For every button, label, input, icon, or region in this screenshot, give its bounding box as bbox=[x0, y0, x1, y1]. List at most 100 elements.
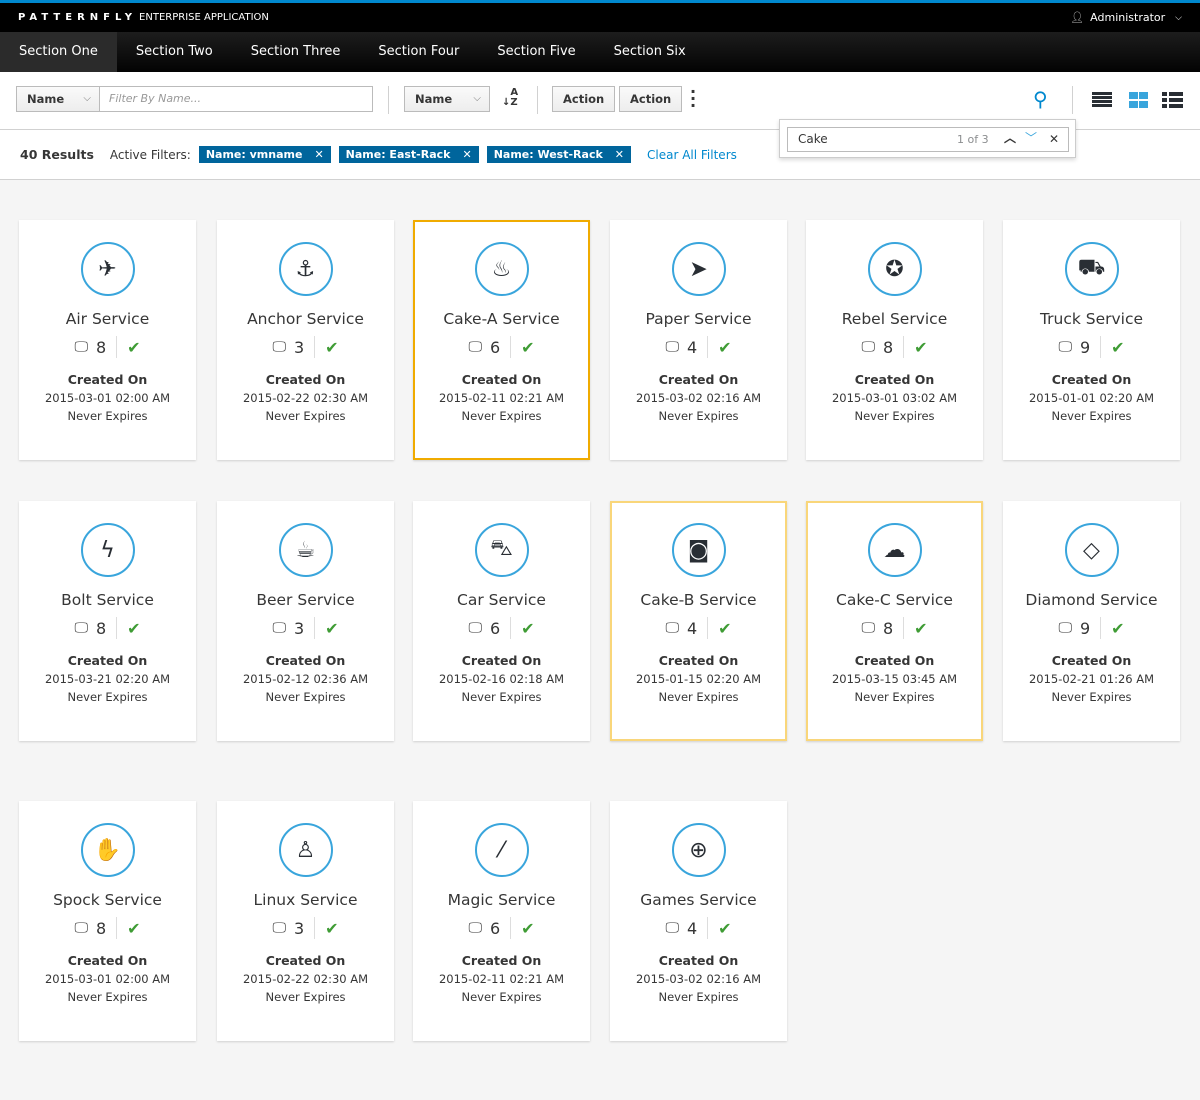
created-date: 2015-01-15 02:20 AM bbox=[635, 672, 762, 686]
brand-logo: PATTERNFLY bbox=[18, 12, 138, 23]
service-card[interactable]: ϟ Bolt Service 🖵︎ 8 ✔ Created On 2015-03-2… bbox=[19, 501, 196, 741]
desktop-icon: 🖵︎ bbox=[665, 339, 679, 355]
divider bbox=[116, 917, 118, 939]
expiry-label: Never Expires bbox=[67, 990, 148, 1004]
service-card[interactable]: ➤ Paper Service 🖵︎ 4 ✔ Created On 2015-03-… bbox=[610, 220, 787, 460]
expiry-label: Never Expires bbox=[461, 409, 542, 423]
nav-section-four[interactable]: Section Four bbox=[359, 32, 478, 72]
clear-all-filters-link[interactable]: Clear All Filters bbox=[647, 148, 737, 162]
created-on-label: Created On bbox=[854, 372, 935, 387]
search-icon[interactable]: ⚲ bbox=[1033, 87, 1048, 111]
check-icon: ✔ bbox=[914, 618, 928, 638]
created-date: 2015-02-11 02:21 AM bbox=[438, 391, 565, 405]
previous-match-icon[interactable]: ︿ bbox=[1004, 127, 1016, 150]
expiry-label: Never Expires bbox=[1051, 690, 1132, 704]
created-on-label: Created On bbox=[1051, 653, 1132, 668]
card-title: Paper Service bbox=[645, 310, 752, 328]
check-icon: ✔ bbox=[1111, 337, 1125, 357]
nav-section-three[interactable]: Section Three bbox=[232, 32, 360, 72]
service-card[interactable]: ◙ Cake-B Service 🖵︎ 4 ✔ Created On 2015-01… bbox=[610, 501, 787, 741]
expiry-label: Never Expires bbox=[461, 690, 542, 704]
created-date: 2015-03-21 02:20 AM bbox=[44, 672, 171, 686]
service-card[interactable]: ✋ Spock Service 🖵︎ 8 ✔ Created On 2015-03-… bbox=[19, 801, 196, 1041]
nav-section-five[interactable]: Section Five bbox=[478, 32, 594, 72]
table-view-icon[interactable] bbox=[1162, 92, 1183, 108]
divider bbox=[1100, 336, 1102, 358]
truck-icon: ⛟ bbox=[1064, 242, 1119, 296]
divider bbox=[707, 336, 709, 358]
close-icon[interactable]: ✕ bbox=[615, 148, 624, 161]
action-button-1[interactable]: Action bbox=[552, 86, 616, 112]
sort-alpha-icon[interactable]: ↓A Z bbox=[502, 88, 518, 108]
linux-icon: ♙ bbox=[278, 823, 333, 877]
beer-icon: ☕ bbox=[278, 523, 333, 577]
bolt-icon: ϟ bbox=[80, 523, 135, 577]
service-card[interactable]: ♨ Cake-A Service 🖵︎ 6 ✔ Created On 2015-02… bbox=[413, 220, 590, 460]
desktop-icon: 🖵︎ bbox=[272, 620, 286, 636]
service-card[interactable]: ☁ Cake-C Service 🖵︎ 8 ✔ Created On 2015-03… bbox=[806, 501, 983, 741]
expiry-label: Never Expires bbox=[67, 409, 148, 423]
filter-field-select[interactable]: Name ⌵ bbox=[16, 86, 100, 112]
sort-field-label: Name bbox=[415, 92, 453, 106]
desktop-icon: 🖵︎ bbox=[74, 620, 88, 636]
chip-label: Name: West-Rack bbox=[493, 148, 603, 161]
nav-section-six[interactable]: Section Six bbox=[595, 32, 705, 72]
filter-chip: Name: East-Rack ✕ bbox=[338, 146, 479, 163]
vm-count: 8 bbox=[882, 337, 894, 357]
card-stats: 🖵︎ 8 ✔ bbox=[21, 917, 194, 939]
expiry-label: Never Expires bbox=[265, 990, 346, 1004]
rebel-icon: ✪ bbox=[867, 242, 922, 296]
card-stats: 🖵︎ 3 ✔ bbox=[219, 917, 392, 939]
kebab-menu-icon[interactable]: · · · bbox=[690, 84, 696, 114]
next-match-icon[interactable]: ﹀ bbox=[1025, 127, 1037, 150]
card-title: Games Service bbox=[640, 891, 757, 909]
hand-spock-icon: ✋ bbox=[80, 823, 135, 877]
nav-section-two[interactable]: Section Two bbox=[117, 32, 232, 72]
vm-count: 4 bbox=[686, 918, 698, 938]
sort-field-select[interactable]: Name ⌵ bbox=[404, 86, 490, 112]
expiry-label: Never Expires bbox=[658, 690, 739, 704]
service-card[interactable]: ✪ Rebel Service 🖵︎ 8 ✔ Created On 2015-03-… bbox=[806, 220, 983, 460]
created-date: 2015-03-02 02:16 AM bbox=[635, 972, 762, 986]
nav-section-one[interactable]: Section One bbox=[0, 32, 117, 72]
user-menu[interactable]: 👤︎ Administrator ⌵ bbox=[1070, 11, 1182, 24]
find-input[interactable]: Cake 1 of 3 ︿ ﹀ ✕ bbox=[787, 127, 1069, 152]
masthead: PATTERNFLY ENTERPRISE APPLICATION 👤︎ Adm… bbox=[0, 0, 1200, 32]
card-stats: 🖵︎ 8 ✔ bbox=[21, 336, 194, 358]
service-card[interactable]: ◇ Diamond Service 🖵︎ 9 ✔ Created On 2015-0… bbox=[1003, 501, 1180, 741]
active-filters-label: Active Filters: bbox=[109, 147, 191, 162]
expiry-label: Never Expires bbox=[658, 990, 739, 1004]
service-card[interactable]: ⁄ Magic Service 🖵︎ 6 ✔ Created On 2015-02-… bbox=[413, 801, 590, 1041]
chip-label: Name: vmname bbox=[205, 148, 303, 161]
created-on-label: Created On bbox=[658, 653, 739, 668]
service-card[interactable]: ☕ Beer Service 🖵︎ 3 ✔ Created On 2015-02-1… bbox=[217, 501, 394, 741]
card-view-icon[interactable] bbox=[1129, 92, 1148, 108]
service-card[interactable]: ⛍ Car Service 🖵︎ 6 ✔ Created On 2015-02-16… bbox=[413, 501, 590, 741]
service-card[interactable]: ✈ Air Service 🖵︎ 8 ✔ Created On 2015-03-01… bbox=[19, 220, 196, 460]
close-icon[interactable]: ✕ bbox=[314, 148, 323, 161]
service-card[interactable]: ⛟ Truck Service 🖵︎ 9 ✔ Created On 2015-01-… bbox=[1003, 220, 1180, 460]
check-icon: ✔ bbox=[127, 618, 141, 638]
card-stats: 🖵︎ 4 ✔ bbox=[612, 617, 785, 639]
service-card[interactable]: ⊕ Games Service 🖵︎ 4 ✔ Created On 2015-03-… bbox=[610, 801, 787, 1041]
close-icon[interactable]: ✕ bbox=[462, 148, 471, 161]
filter-input[interactable]: Filter By Name... bbox=[99, 86, 373, 112]
card-title: Beer Service bbox=[256, 591, 355, 609]
close-icon[interactable]: ✕ bbox=[1049, 128, 1059, 151]
list-view-icon[interactable] bbox=[1092, 92, 1112, 108]
desktop-icon: 🖵︎ bbox=[861, 620, 875, 636]
desktop-icon: 🖵︎ bbox=[468, 339, 482, 355]
divider bbox=[116, 617, 118, 639]
created-date: 2015-01-01 02:20 AM bbox=[1028, 391, 1155, 405]
service-card[interactable]: ♙ Linux Service 🖵︎ 3 ✔ Created On 2015-02-… bbox=[217, 801, 394, 1041]
service-card[interactable]: ⚓ Anchor Service 🖵︎ 3 ✔ Created On 2015-02… bbox=[217, 220, 394, 460]
action-button-2[interactable]: Action bbox=[619, 86, 683, 112]
check-icon: ✔ bbox=[325, 618, 339, 638]
created-on-label: Created On bbox=[1051, 372, 1132, 387]
card-stats: 🖵︎ 4 ✔ bbox=[612, 917, 785, 939]
created-on-label: Created On bbox=[854, 653, 935, 668]
find-popover: Cake 1 of 3 ︿ ﹀ ✕ bbox=[779, 119, 1076, 158]
card-stats: 🖵︎ 6 ✔ bbox=[415, 336, 588, 358]
desktop-icon: 🖵︎ bbox=[74, 339, 88, 355]
plane-icon: ✈ bbox=[80, 242, 135, 296]
